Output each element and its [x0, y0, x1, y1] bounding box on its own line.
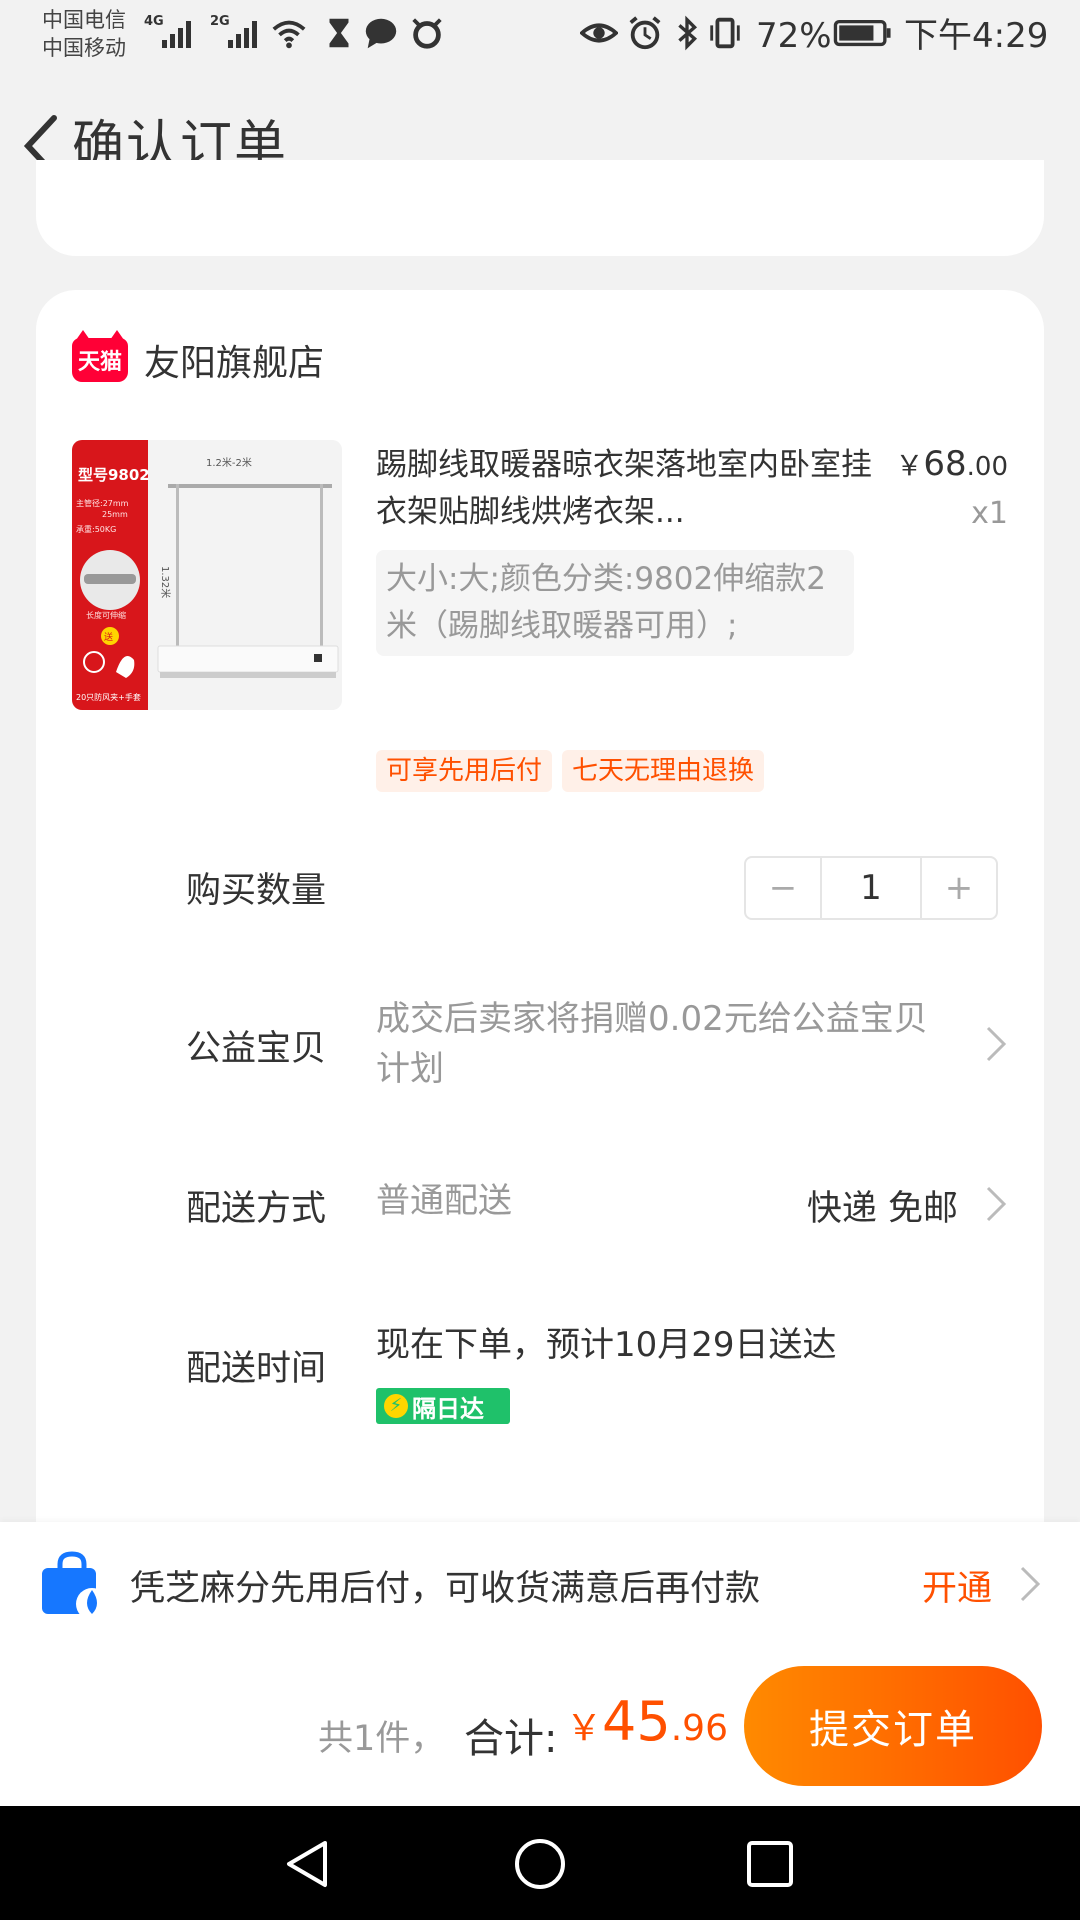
shipping-value: 普通配送: [376, 1181, 512, 1221]
item-count: 共1件，: [318, 1719, 446, 1759]
product-illustration: 型号9802 主管径:27mm 25mm 承重:50KG 长度可伸缩 送 20只…: [72, 440, 342, 710]
carrier-2: 中国移动: [42, 36, 126, 60]
quantity-label: 购买数量: [186, 871, 327, 911]
eye-icon: [580, 23, 618, 43]
next-day-badge: ⚡ 隔日达: [376, 1388, 510, 1424]
thumb-model: 型号9802: [78, 466, 150, 484]
chevron-right-icon[interactable]: [984, 1024, 1008, 1064]
price-integer: 68: [923, 444, 967, 484]
pay-later-banner[interactable]: 凭芝麻分先用后付，可收货满意后再付款 开通: [0, 1522, 1080, 1650]
bluetooth-icon: [678, 15, 698, 51]
pay-later-text: 凭芝麻分先用后付，可收货满意后再付款: [130, 1569, 761, 1609]
total-integer: 45: [602, 1690, 671, 1753]
product-image[interactable]: 型号9802 主管径:27mm 25mm 承重:50KG 长度可伸缩 送 20只…: [72, 440, 342, 710]
thumb-spec2: 25mm: [102, 510, 128, 519]
order-card: 天猫 友阳旗舰店 型号9802 主管径:27mm 25mm 承重:50KG 长度…: [36, 290, 1044, 1590]
system-home-button[interactable]: [510, 1834, 570, 1894]
system-recent-button[interactable]: [740, 1834, 800, 1894]
price-decimal: .00: [966, 452, 1008, 482]
pay-later-open-button[interactable]: 开通: [922, 1560, 992, 1611]
system-nav-bar: [0, 1806, 1080, 1920]
shipping-method[interactable]: 快递 免邮: [807, 1180, 958, 1231]
total-label: 合计:: [464, 1716, 558, 1762]
total-currency: ￥: [566, 1708, 603, 1749]
battery-icon: [833, 19, 891, 47]
network-type-2: 2G: [210, 14, 230, 29]
submit-order-button[interactable]: 提交订单: [744, 1666, 1042, 1786]
wifi-icon: [272, 20, 306, 49]
battery-percent: 72%: [756, 16, 832, 56]
square-recent-icon: [747, 1841, 793, 1887]
delivery-time-label: 配送时间: [186, 1349, 327, 1389]
alarm-icon: [629, 16, 661, 50]
thumb-spec3: 承重:50KG: [76, 524, 116, 534]
shop-header[interactable]: 天猫 友阳旗舰店: [72, 330, 325, 386]
thumb-spec1: 主管径:27mm: [76, 498, 129, 508]
sku-info[interactable]: 大小:大;颜色分类:9802伸缩款2米（踢脚线取暖器可用）;: [376, 550, 854, 656]
thumb-note1: 长度可伸缩: [86, 610, 126, 620]
shop-name: 友阳旗舰店: [144, 343, 325, 384]
hourglass-icon: [329, 18, 349, 48]
vibrate-icon: [710, 17, 740, 49]
signal-icon: [162, 18, 191, 48]
triangle-back-icon: [287, 1841, 327, 1887]
product-price: ￥68.00: [895, 444, 1008, 484]
circle-home-icon: [515, 1839, 565, 1889]
thumb-dims: 1.2米-2米: [206, 456, 252, 469]
status-bar: 中国电信 中国移动 4G 2G 72% 下午4:29: [0, 0, 1080, 70]
tag-pay-later: 可享先用后付: [376, 750, 553, 792]
submit-bar: 共1件， 合计: ￥45.96 提交订单: [0, 1650, 1080, 1806]
tag-seven-day-return: 七天无理由退换: [562, 750, 765, 792]
tmall-logo: 天猫: [72, 330, 128, 382]
signal-icon-2: [228, 18, 257, 48]
delivery-time-value: 现在下单，预计10月29日送达: [376, 1325, 837, 1365]
charity-value[interactable]: 成交后卖家将捐赠0.02元给公益宝贝计划: [376, 994, 936, 1094]
thumb-gift: 送: [104, 631, 113, 643]
message-icon: [365, 18, 397, 49]
carrier-labels: 中国电信 中国移动: [42, 6, 126, 62]
clock: 下午4:29: [904, 16, 1049, 56]
chevron-right-icon[interactable]: [1018, 1564, 1042, 1604]
product-title[interactable]: 踢脚线取暖器晾衣架落地室内卧室挂衣架贴脚线烘烤衣架...: [376, 442, 876, 536]
network-type-1: 4G: [144, 14, 164, 29]
product-quantity: x1: [971, 496, 1008, 531]
thumb-height: 1.32米: [159, 566, 172, 598]
total-amount: ￥45.96: [566, 1690, 728, 1753]
chevron-right-icon[interactable]: [984, 1184, 1008, 1224]
shopping-bag-icon: [42, 1551, 108, 1620]
system-back-button[interactable]: [278, 1834, 338, 1894]
lightning-icon: ⚡: [384, 1394, 408, 1418]
carrier-1: 中国电信: [42, 8, 126, 32]
thumb-note2: 20只防风夹+手套: [76, 692, 141, 702]
address-card-bottom: [36, 160, 1044, 256]
charity-label: 公益宝贝: [186, 1029, 327, 1069]
shipping-label: 配送方式: [186, 1189, 327, 1229]
app-notification-icon: [412, 18, 442, 49]
quantity-plus-button[interactable]: +: [922, 858, 996, 918]
price-currency: ￥: [895, 449, 924, 482]
quantity-minus-button[interactable]: −: [746, 858, 820, 918]
total-decimal: .96: [670, 1708, 728, 1749]
next-day-label: 隔日达: [412, 1394, 484, 1423]
service-tags: 可享先用后付 七天无理由退换: [376, 750, 765, 792]
quantity-input[interactable]: 1: [820, 858, 922, 918]
quantity-stepper: − 1 +: [744, 856, 998, 920]
